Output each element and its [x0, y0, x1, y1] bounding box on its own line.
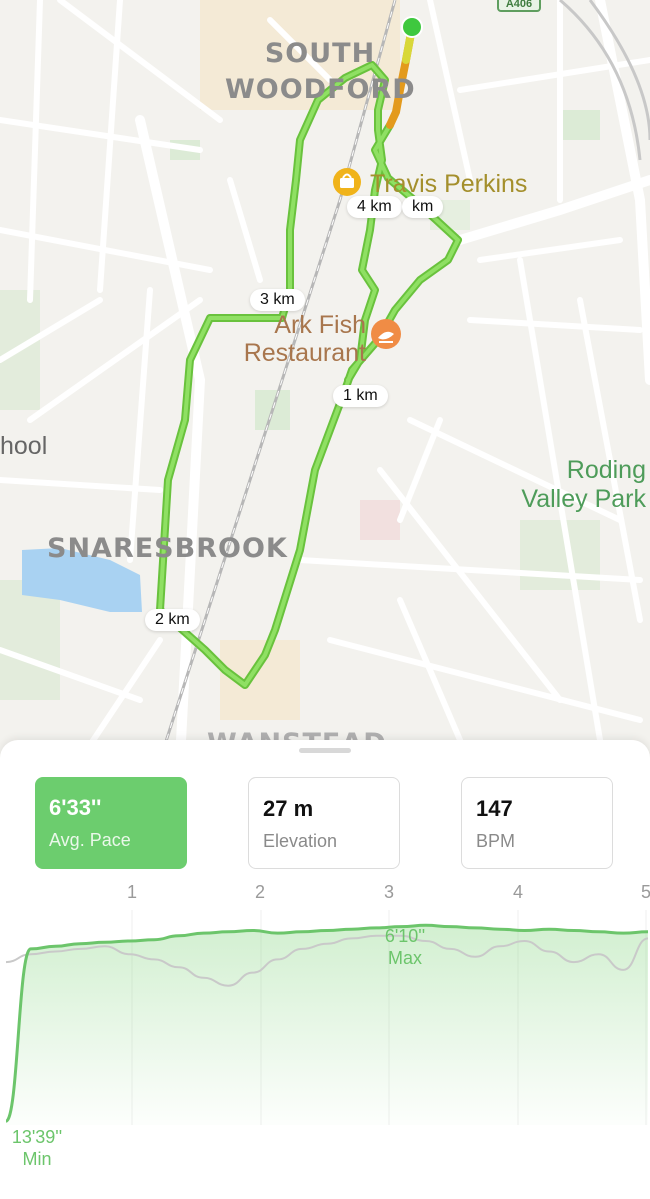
km-marker-4: 4 km [347, 196, 402, 218]
park-roding-line2: Valley Park [521, 485, 646, 513]
route-map[interactable]: A406 SOUTH WOODFORD SNARESBROOK WANSTEAD… [0, 0, 650, 760]
max-label: Max [387, 948, 422, 968]
km-marker-5: km [402, 196, 444, 218]
place-south-woodford: SOUTH WOODFORD [225, 36, 415, 108]
shopping-bag-icon [333, 168, 361, 196]
park-roding-line1: Roding [566, 456, 646, 484]
place-snaresbrook: SNARESBROOK [47, 533, 288, 564]
stats-sheet[interactable]: 6'33'' Avg. Pace 27 m Elevation 147 BPM … [0, 740, 650, 1199]
place-school: hool [0, 432, 48, 460]
max-value: 6'10'' [384, 926, 426, 946]
km-marker-2: 2 km [145, 609, 200, 631]
min-value: 13'39'' [11, 1127, 63, 1147]
restaurant-icon [371, 319, 401, 349]
min-annotation: 13'39'' Min [2, 1126, 72, 1170]
km-marker-3: 3 km [250, 289, 305, 311]
poi-ark-fish-line1: Ark Fish [274, 311, 366, 339]
map-canvas [0, 0, 650, 760]
road-badge-a406: A406 [497, 0, 541, 12]
pace-area [6, 925, 648, 1125]
pace-chart[interactable] [0, 740, 650, 1199]
poi-ark-fish-line2: Restaurant [243, 339, 366, 367]
place-south-woodford-line1: SOUTH [264, 38, 376, 69]
max-annotation: 6'10'' Max [370, 925, 440, 969]
place-south-woodford-line2: WOODFORD [225, 74, 416, 105]
park-roding-valley[interactable]: Roding Valley Park [488, 456, 646, 514]
min-label: Min [22, 1149, 52, 1169]
poi-ark-fish-restaurant[interactable]: Ark Fish Restaurant [208, 311, 366, 367]
km-marker-1: 1 km [333, 385, 388, 407]
poi-travis-perkins[interactable]: Travis Perkins [370, 170, 527, 198]
